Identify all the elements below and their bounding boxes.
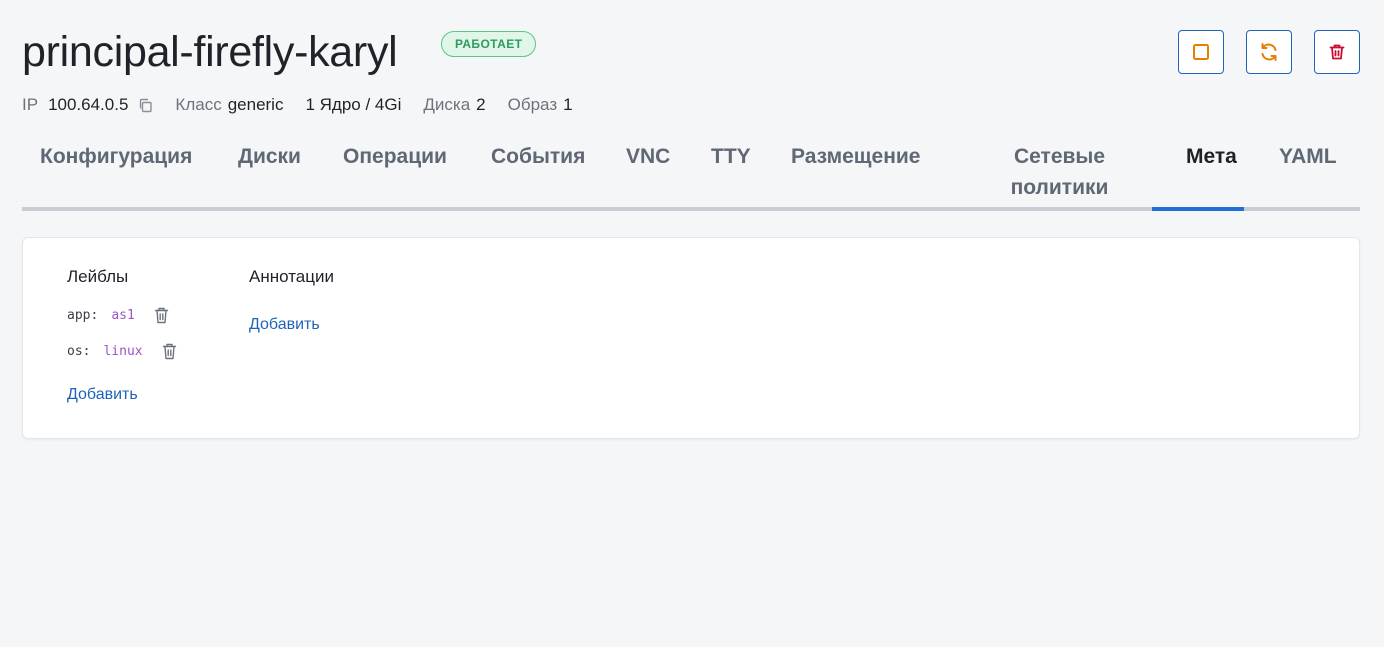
trash-icon[interactable]	[162, 343, 177, 360]
stop-button[interactable]	[1178, 30, 1224, 74]
annotations-title: Аннотации	[249, 267, 334, 286]
ip-info: IP 100.64.0.5	[22, 95, 153, 115]
tab-configuration[interactable]: Конфигурация	[40, 141, 192, 172]
tab-bar: Конфигурация Диски Операции События VNC …	[22, 140, 1360, 211]
trash-icon	[1329, 44, 1345, 60]
tab-network-policies[interactable]: Сетевые политики	[1002, 141, 1117, 203]
meta-card: Лейблы app: as1 os: linux Добавить Аннот…	[22, 237, 1360, 439]
active-tab-indicator	[1152, 207, 1244, 211]
label-item: os: linux	[67, 343, 177, 360]
tab-placement[interactable]: Размещение	[791, 141, 920, 172]
ip-label: IP	[22, 95, 39, 114]
ip-value: 100.64.0.5	[48, 95, 129, 114]
add-label-link[interactable]: Добавить	[67, 386, 138, 404]
class-info: Класс generic	[175, 95, 283, 115]
restart-button[interactable]	[1246, 30, 1292, 74]
images-info: Образ 1	[508, 95, 573, 115]
tab-events[interactable]: События	[491, 141, 585, 172]
stop-icon	[1193, 44, 1209, 60]
tab-vnc[interactable]: VNC	[626, 141, 670, 172]
disks-info: Диска 2	[423, 95, 485, 115]
status-badge: РАБОТАЕТ	[441, 31, 537, 57]
class-value: generic	[227, 95, 284, 114]
page-title: principal-firefly-karyl	[22, 28, 398, 76]
resources-value: 1 Ядро / 4Gi	[305, 95, 402, 114]
vm-details-page: principal-firefly-karyl РАБОТАЕТ IP 100.…	[0, 0, 1384, 647]
tab-yaml[interactable]: YAML	[1279, 141, 1337, 172]
add-annotation-link[interactable]: Добавить	[249, 316, 320, 334]
tab-tty[interactable]: TTY	[711, 141, 751, 172]
restart-icon	[1261, 43, 1277, 61]
delete-button[interactable]	[1314, 30, 1360, 74]
tab-meta[interactable]: Мета	[1186, 141, 1237, 172]
tab-operations[interactable]: Операции	[343, 141, 447, 172]
vm-meta-info: IP 100.64.0.5 Класс generic 1 Ядро / 4Gi…	[22, 95, 595, 115]
label-value: linux	[103, 344, 143, 359]
label-item: app: as1	[67, 307, 169, 324]
action-toolbar	[1178, 30, 1360, 74]
label-key: app:	[67, 308, 99, 323]
disks-value: 2	[476, 95, 486, 114]
disks-label: Диска	[423, 95, 471, 114]
trash-icon[interactable]	[154, 307, 169, 324]
class-label: Класс	[175, 95, 222, 114]
images-label: Образ	[507, 95, 558, 114]
labels-title: Лейблы	[67, 267, 129, 286]
tab-disks[interactable]: Диски	[238, 141, 301, 172]
label-value: as1	[111, 308, 135, 323]
images-value: 1	[563, 95, 573, 114]
copy-icon[interactable]	[138, 98, 153, 113]
label-key: os:	[67, 344, 91, 359]
resources-info: 1 Ядро / 4Gi	[305, 95, 401, 115]
